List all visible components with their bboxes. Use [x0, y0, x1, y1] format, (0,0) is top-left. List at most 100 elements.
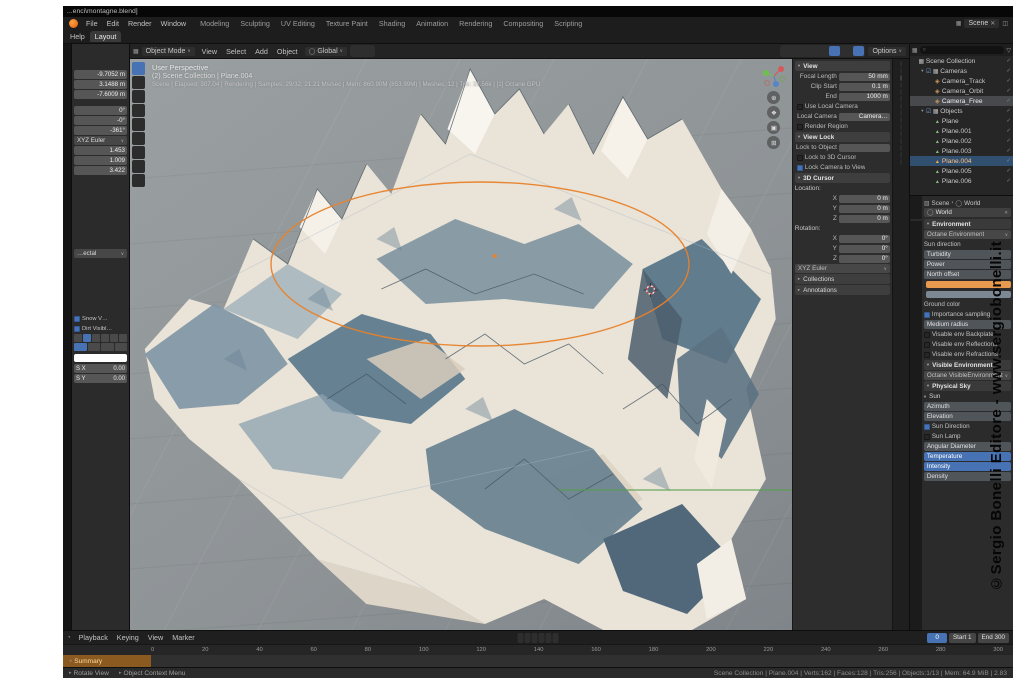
sidebar-tab[interactable] — [900, 124, 902, 130]
app-menu-item[interactable]: Edit — [103, 19, 123, 28]
gizmo-toggle-icon[interactable] — [781, 46, 792, 56]
sidebar-tab[interactable] — [900, 145, 902, 151]
current-frame-field[interactable]: 0 — [927, 633, 947, 643]
sidebar-tab[interactable] — [900, 152, 902, 158]
tab-tool-icon[interactable] — [910, 199, 922, 201]
viewport-menu-item[interactable]: Object — [273, 47, 302, 56]
layer-button[interactable] — [110, 334, 118, 342]
layer-button[interactable] — [88, 343, 101, 351]
sidebar-row[interactable]: 3D Cursor ∨ — [795, 173, 890, 183]
transform-field[interactable]: XYZ Euler ∨ — [74, 136, 127, 145]
outliner-row[interactable]: ☑ Plane.003 ✓ — [910, 146, 1013, 156]
checkbox-icon[interactable] — [924, 352, 930, 358]
next-keyframe-button[interactable] — [546, 633, 552, 643]
editor-type-icon[interactable]: ▦ — [133, 48, 139, 55]
options-menu[interactable]: Options ∨ — [868, 47, 905, 56]
workspace-tab[interactable]: Scripting — [549, 18, 587, 29]
proportional-edit-icon[interactable] — [363, 46, 374, 56]
layer-button[interactable] — [101, 343, 114, 351]
selectability-icon[interactable]: ✓ — [1006, 88, 1013, 94]
app-menu-item[interactable]: Render — [124, 19, 156, 28]
outliner-search-input[interactable]: ○ — [920, 46, 1005, 54]
property-row[interactable]: Environment ∨ — [924, 219, 1011, 229]
sidebar-row[interactable]: X 0° ∨ — [795, 234, 890, 243]
blender-logo-icon[interactable] — [69, 19, 78, 28]
sidebar-tab[interactable] — [900, 138, 902, 144]
outliner-row[interactable]: ☑ Camera_Free ✓ — [910, 96, 1013, 106]
sidebar-row[interactable]: Lock Camera to View ∨ — [795, 163, 890, 172]
shading-solid-icon[interactable] — [829, 46, 840, 56]
transform-field[interactable]: 3.1488 m ∨ — [74, 80, 127, 89]
workspace-tab[interactable]: UV Editing — [276, 18, 320, 29]
selectability-icon[interactable]: ✓ — [1006, 168, 1013, 174]
pan-hand-icon[interactable]: ❖ — [767, 106, 780, 119]
keyframe-track[interactable] — [151, 655, 1013, 667]
timeline-menu-item[interactable]: Marker — [168, 633, 198, 642]
property-row[interactable]: Sun direction ∨ — [924, 240, 1011, 249]
outliner-row[interactable]: ▾ ☑ Objects ✓ — [910, 106, 1013, 116]
property-row[interactable]: Visable env Refractions ∨ — [924, 350, 1011, 359]
sidebar-tab[interactable] — [900, 96, 902, 102]
tab-data-icon[interactable] — [910, 243, 922, 245]
sidebar-row[interactable]: Rotation: ∨ — [795, 224, 890, 233]
selectability-icon[interactable]: ✓ — [1006, 98, 1013, 104]
workspace-tab[interactable]: Texture Paint — [321, 18, 373, 29]
ortho-grid-icon[interactable]: ⊞ — [767, 136, 780, 149]
summary-channel[interactable]: ∨ Summary — [63, 655, 151, 667]
property-row[interactable]: Turbidity ∨ — [924, 250, 1011, 259]
property-row[interactable]: Sun Lamp ∨ — [924, 432, 1011, 441]
property-row[interactable]: Power ∨ — [924, 260, 1011, 269]
layer-button[interactable] — [119, 334, 127, 342]
mode-select[interactable]: Object Mode ∨ — [142, 47, 195, 56]
property-row[interactable]: Visible Environment ∨ — [924, 360, 1011, 370]
sidebar-tab[interactable] — [900, 89, 902, 95]
jump-start-button[interactable] — [518, 633, 524, 643]
property-row[interactable]: North offset ∨ — [924, 270, 1011, 279]
sidebar-row[interactable]: Y 0 m ∨ — [795, 204, 890, 213]
sidebar-row[interactable]: XYZ Euler ∨ — [795, 264, 890, 273]
sidebar-row[interactable]: Use Local Camera ∨ — [795, 102, 890, 111]
outliner-editor-icon[interactable]: ▦ — [912, 47, 918, 54]
property-row[interactable]: Elevation ∨ — [924, 412, 1011, 421]
sidebar-row[interactable]: Lock to Object ∨ — [795, 143, 890, 152]
shading-rendered-icon[interactable] — [853, 46, 864, 56]
play-reverse-button[interactable] — [532, 633, 538, 643]
start-frame-field[interactable]: Start 1 — [949, 633, 976, 643]
viewport-canvas[interactable]: User Perspective (2) Scene Collection | … — [130, 59, 909, 630]
workspace-tab[interactable]: Shading — [374, 18, 410, 29]
checkbox-icon[interactable] — [924, 332, 930, 338]
transform-field[interactable]: 0° ∨ — [74, 106, 127, 115]
sidebar-tab[interactable] — [900, 82, 902, 88]
tab-constraints-icon[interactable] — [910, 239, 922, 241]
checkbox-icon[interactable] — [924, 312, 930, 318]
filter-icon[interactable]: ▽ — [1006, 47, 1011, 54]
checkbox-icon[interactable] — [74, 326, 80, 332]
transform-field[interactable]: ∨ — [74, 176, 127, 248]
sidebar-row[interactable]: View ∨ — [795, 61, 890, 71]
checkbox-icon[interactable] — [797, 104, 803, 110]
tab-view-layer-icon[interactable] — [910, 211, 922, 213]
property-row[interactable]: Sun Direction ∨ — [924, 422, 1011, 431]
property-row[interactable]: Visable env Backplate ∨ — [924, 330, 1011, 339]
disclosure-icon[interactable]: ▾ — [920, 108, 925, 114]
sidebar-row[interactable]: Clip Start 0.1 m ∨ — [795, 82, 890, 91]
selectability-icon[interactable]: ✓ — [1006, 58, 1013, 64]
select-box-tool[interactable] — [132, 62, 145, 75]
selectability-icon[interactable]: ✓ — [1006, 68, 1013, 74]
transform-field[interactable]: -0° ∨ — [74, 116, 127, 125]
workspace-tab[interactable]: Modeling — [195, 18, 234, 29]
transform-field[interactable]: -9.7052 m ∨ — [74, 70, 127, 79]
transform-field[interactable]: -361° ∨ — [74, 126, 127, 135]
transform-tool[interactable] — [132, 132, 145, 145]
cursor-tool[interactable] — [132, 76, 145, 89]
scene-selector[interactable]: Scene ✕ — [964, 19, 999, 28]
play-button[interactable] — [539, 633, 545, 643]
selectability-icon[interactable]: ✓ — [1006, 148, 1013, 154]
value-field[interactable]: S Y 0.00 — [74, 374, 127, 383]
workspace-tab[interactable]: Animation — [411, 18, 453, 29]
tab-world-icon[interactable] — [910, 219, 922, 221]
selectability-icon[interactable]: ✓ — [1006, 158, 1013, 164]
sidebar-tab[interactable] — [900, 75, 902, 81]
property-row[interactable]: Sun ∨ — [924, 392, 1011, 401]
xray-toggle-icon[interactable] — [805, 46, 816, 56]
